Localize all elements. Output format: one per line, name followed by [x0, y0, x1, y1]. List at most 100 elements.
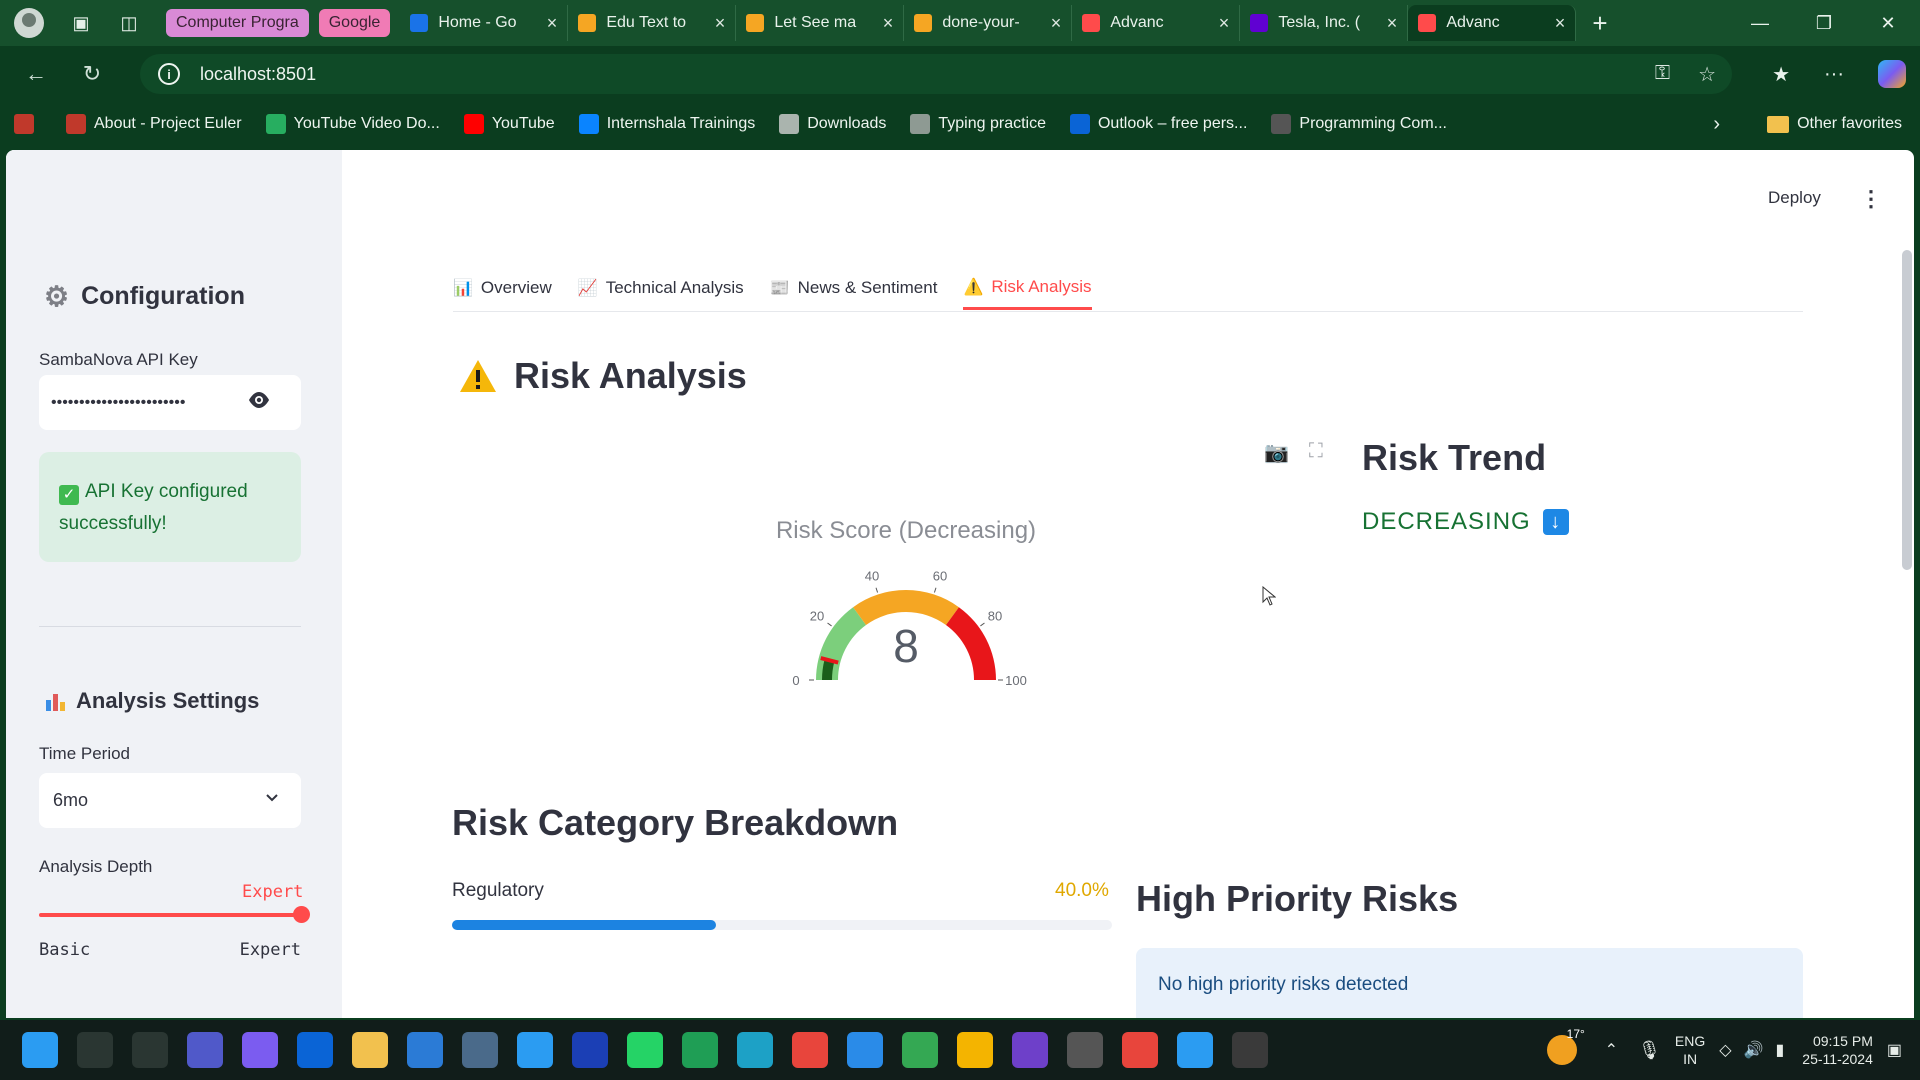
restore-icon[interactable]: ❐	[1792, 0, 1856, 46]
chrome-icon[interactable]	[957, 1032, 993, 1068]
profile-avatar[interactable]	[14, 8, 44, 38]
app-menu-icon[interactable]: ⋮	[1860, 186, 1882, 212]
search-icon[interactable]	[77, 1032, 113, 1068]
close-window-icon[interactable]: ✕	[1856, 0, 1920, 46]
bookmark-label: YouTube Video Do...	[293, 115, 440, 132]
bookmark-item[interactable]: Downloads	[779, 114, 886, 134]
github-icon[interactable]	[1012, 1032, 1048, 1068]
scrollbar[interactable]	[1902, 250, 1912, 570]
bookmark-item[interactable]: Outlook – free pers...	[1069, 114, 1247, 134]
risk-gauge-chart: Risk Score (Decreasing) 0 20 40 60 80 100 8	[776, 517, 1036, 688]
store-icon[interactable]	[517, 1032, 553, 1068]
photos-icon[interactable]	[1177, 1032, 1213, 1068]
refresh-icon[interactable]: ↻	[72, 54, 112, 94]
wifi-icon[interactable]: ◇	[1719, 1040, 1731, 1060]
gauge-tick-label: 100	[1005, 673, 1027, 688]
deploy-button[interactable]: Deploy	[1768, 188, 1821, 208]
bookmark-pdf[interactable]	[14, 114, 42, 134]
outlook-icon[interactable]	[297, 1032, 333, 1068]
volume-icon[interactable]: 🔊	[1744, 1040, 1764, 1060]
windows-start-icon[interactable]	[22, 1032, 58, 1068]
browser-tab[interactable]: Home - Go ×	[400, 5, 569, 41]
chrome-icon[interactable]	[902, 1032, 938, 1068]
notifications-icon[interactable]: ▣	[1887, 1040, 1902, 1060]
checkmark-icon: ✓	[59, 485, 79, 505]
streamlit-icon	[1418, 14, 1437, 32]
task-view-icon[interactable]	[132, 1032, 168, 1068]
time-period-select[interactable]: 6mo	[39, 773, 301, 828]
browser-tab[interactable]: Tesla, Inc. (×	[1240, 5, 1409, 41]
time-text: 09:15 PM	[1812, 1033, 1873, 1049]
bookmark-item[interactable]: YouTube Video Do...	[265, 114, 440, 134]
other-favorites[interactable]: Other favorites	[1767, 115, 1902, 133]
bookmark-item[interactable]: Internshala Trainings	[578, 114, 755, 134]
close-tab-icon[interactable]: ×	[1387, 13, 1398, 34]
chevron-up-icon[interactable]: ⌃	[1605, 1040, 1618, 1060]
chrome-icon[interactable]	[792, 1032, 828, 1068]
whatsapp-business-icon[interactable]	[682, 1032, 718, 1068]
tab-actions-icon[interactable]: ◫	[118, 12, 140, 34]
remote-desktop-icon[interactable]	[407, 1032, 443, 1068]
divider	[39, 626, 301, 627]
tab-risk-analysis[interactable]: ⚠️ Risk Analysis	[963, 262, 1092, 310]
copilot-icon[interactable]	[242, 1032, 278, 1068]
bookmark-item[interactable]: Typing practice	[910, 114, 1046, 134]
chevron-right-icon[interactable]: ›	[1713, 113, 1720, 136]
clock[interactable]: 09:15 PM 25-11-2024	[1802, 1032, 1873, 1068]
config-heading: ⚙ Configuration	[44, 280, 245, 313]
minimize-icon[interactable]: —	[1728, 0, 1792, 46]
tab-overview[interactable]: 📊 Overview	[453, 262, 552, 310]
tab-technical-analysis[interactable]: 📈 Technical Analysis	[578, 262, 744, 310]
workspaces-icon[interactable]: ▣	[70, 12, 92, 34]
close-tab-icon[interactable]: ×	[883, 13, 894, 34]
bookmark-item[interactable]: About - Project Euler	[66, 114, 242, 134]
site-info-icon[interactable]: i	[158, 63, 180, 85]
battery-icon[interactable]: ▮	[1775, 1040, 1784, 1060]
browser-tab[interactable]: Advanc ×	[1072, 5, 1241, 41]
bookmark-item[interactable]: Programming Com...	[1271, 114, 1447, 134]
url-field[interactable]: i localhost:8501 ⚿ ☆	[140, 54, 1732, 94]
analysis-depth-slider[interactable]	[39, 913, 301, 917]
back-icon[interactable]: ←	[16, 54, 56, 94]
obs-icon[interactable]	[1232, 1032, 1268, 1068]
slider-thumb[interactable]	[293, 906, 310, 923]
browser-tab[interactable]: Edu Text to ×	[568, 5, 737, 41]
favorite-star-icon[interactable]: ☆	[1698, 62, 1716, 87]
vscode-icon[interactable]	[847, 1032, 883, 1068]
tab-group[interactable]: Computer Progra	[166, 9, 309, 37]
snipping-tool-icon[interactable]	[1067, 1032, 1103, 1068]
more-menu-icon[interactable]: ···	[1824, 63, 1844, 86]
microphone-icon[interactable]: 🎙	[1638, 1040, 1661, 1061]
calculator-icon[interactable]	[462, 1032, 498, 1068]
close-tab-icon[interactable]: ×	[1219, 13, 1230, 34]
tab-label: Technical Analysis	[605, 278, 744, 297]
category-progress-bar	[452, 920, 1112, 930]
bookmark-item[interactable]: YouTube	[463, 114, 555, 134]
language-indicator[interactable]: ENG IN	[1675, 1032, 1705, 1068]
eye-icon[interactable]	[247, 391, 271, 409]
file-explorer-icon[interactable]	[352, 1032, 388, 1068]
fullscreen-icon[interactable]: ⛶	[1309, 440, 1323, 465]
tab-group[interactable]: Google	[318, 9, 391, 37]
copilot-icon[interactable]	[1878, 60, 1906, 88]
camera-icon[interactable]: 📷	[1264, 440, 1289, 465]
favorites-icon[interactable]: ★	[1772, 62, 1790, 87]
browser-tab[interactable]: Let See ma ×	[736, 5, 905, 41]
browser-tab[interactable]: done-your- ×	[904, 5, 1073, 41]
tab-news-sentiment[interactable]: 📰 News & Sentiment	[770, 262, 938, 310]
close-tab-icon[interactable]: ×	[715, 13, 726, 34]
close-tab-icon[interactable]: ×	[1555, 13, 1566, 34]
key-icon[interactable]: ⚿	[1655, 62, 1670, 87]
close-tab-icon[interactable]: ×	[1051, 13, 1062, 34]
chrome-icon[interactable]	[1122, 1032, 1158, 1068]
close-tab-icon[interactable]: ×	[547, 13, 558, 34]
api-key-input[interactable]: ••••••••••••••••••••••••	[39, 375, 301, 430]
whatsapp-icon[interactable]	[627, 1032, 663, 1068]
l-app-icon[interactable]	[572, 1032, 608, 1068]
new-tab-icon[interactable]: +	[1592, 8, 1607, 39]
weather-icon[interactable]: 17°	[1546, 1027, 1585, 1065]
browser-title-bar: ▣ ◫ Computer Progra Google Home - Go × Edu T…	[0, 0, 1920, 46]
edge-icon[interactable]	[737, 1032, 773, 1068]
browser-tab[interactable]: Advanc ×	[1408, 5, 1577, 41]
teams-icon[interactable]	[187, 1032, 223, 1068]
